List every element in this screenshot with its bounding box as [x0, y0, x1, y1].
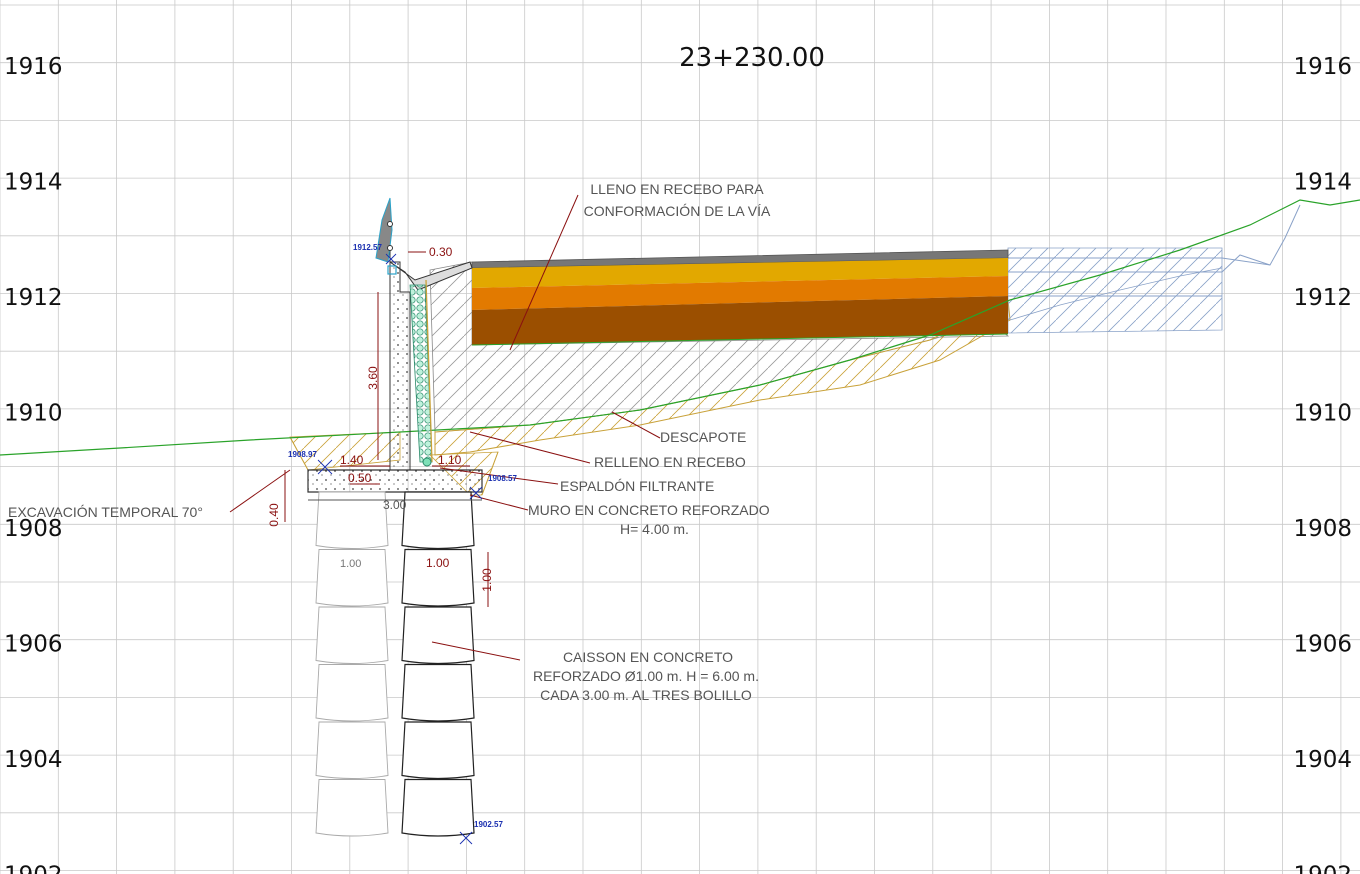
caissons — [315, 491, 475, 837]
dim-1-00-right: 1.00 — [426, 556, 450, 570]
elevation-label: 1904 — [1293, 747, 1352, 773]
point-label-4: 1902.57 — [474, 820, 503, 829]
point-label-3: 1908.57 — [488, 474, 517, 483]
dim-1-00-vertical: 1.00 — [480, 568, 494, 592]
elevation-label: 1912 — [1293, 285, 1352, 311]
dim-1-10: 1.10 — [438, 453, 462, 467]
elevation-axis-right: 1916 1914 1912 1910 1908 1906 1904 1902 — [1293, 54, 1352, 874]
cross-section-drawing: 19161914191219101908190619041902 1916191… — [0, 0, 1360, 874]
dim-1-40: 1.40 — [340, 453, 364, 467]
label-caisson-line1: CAISSON EN CONCRETO — [563, 649, 733, 665]
point-label-2: 1908.97 — [288, 450, 317, 459]
caisson-segment — [401, 606, 475, 665]
point-label-1: 1912.57 — [353, 243, 382, 252]
elevation-label: 1912 — [4, 285, 63, 311]
dim-3-00: 3.00 — [383, 498, 407, 512]
caisson-segment — [401, 721, 475, 780]
caisson-segment — [315, 664, 389, 722]
elevation-label: 1904 — [4, 747, 63, 773]
elevation-label: 1902 — [1293, 863, 1352, 874]
label-lleno-line1: LLENO EN RECEBO PARA — [590, 181, 764, 197]
label-relleno: RELLENO EN RECEBO — [594, 454, 746, 470]
dim-0-40: 0.40 — [267, 503, 281, 527]
pavement-layers — [471, 249, 1009, 346]
elevation-axis-left: 19161914191219101908190619041902 — [4, 54, 63, 874]
caisson-segment — [315, 606, 389, 664]
label-muro-line1: MURO EN CONCRETO REFORZADO — [528, 502, 770, 518]
elevation-label: 1916 — [4, 54, 63, 80]
caisson-segment — [401, 778, 475, 837]
dim-1-00-left: 1.00 — [340, 558, 361, 570]
filter-drain — [409, 279, 433, 467]
elevation-label: 1914 — [4, 170, 63, 196]
caisson-segment — [315, 721, 389, 779]
elevation-label: 1908 — [1293, 516, 1352, 542]
existing-road-area — [1007, 204, 1301, 334]
dim-0-50: 0.50 — [348, 471, 372, 485]
elevation-label: 1906 — [4, 632, 63, 658]
label-excavacion: EXCAVACIÓN TEMPORAL 70° — [8, 504, 203, 520]
label-lleno-line2: CONFORMACIÓN DE LA VÍA — [584, 203, 771, 219]
label-descapote: DESCAPOTE — [660, 429, 746, 445]
caisson-segment — [401, 663, 475, 722]
dim-0-30: 0.30 — [429, 245, 453, 259]
caisson-segment — [315, 779, 389, 837]
label-muro-line2: H= 4.00 m. — [620, 521, 689, 537]
elevation-label: 1914 — [1293, 170, 1352, 196]
label-caisson-line3: CADA 3.00 m. AL TRES BOLILLO — [540, 687, 752, 703]
elevation-label: 1916 — [1293, 54, 1352, 80]
elevation-label: 1902 — [4, 863, 63, 874]
elevation-label: 1910 — [1293, 401, 1352, 427]
label-caisson-line2: REFORZADO Ø1.00 m. H = 6.00 m. — [533, 668, 759, 684]
elevation-label: 1910 — [4, 401, 63, 427]
label-espaldon: ESPALDÓN FILTRANTE — [560, 478, 714, 494]
elevation-label: 1906 — [1293, 632, 1352, 658]
section-title: 23+230.00 — [679, 43, 825, 73]
dim-3-60: 3.60 — [366, 366, 380, 390]
